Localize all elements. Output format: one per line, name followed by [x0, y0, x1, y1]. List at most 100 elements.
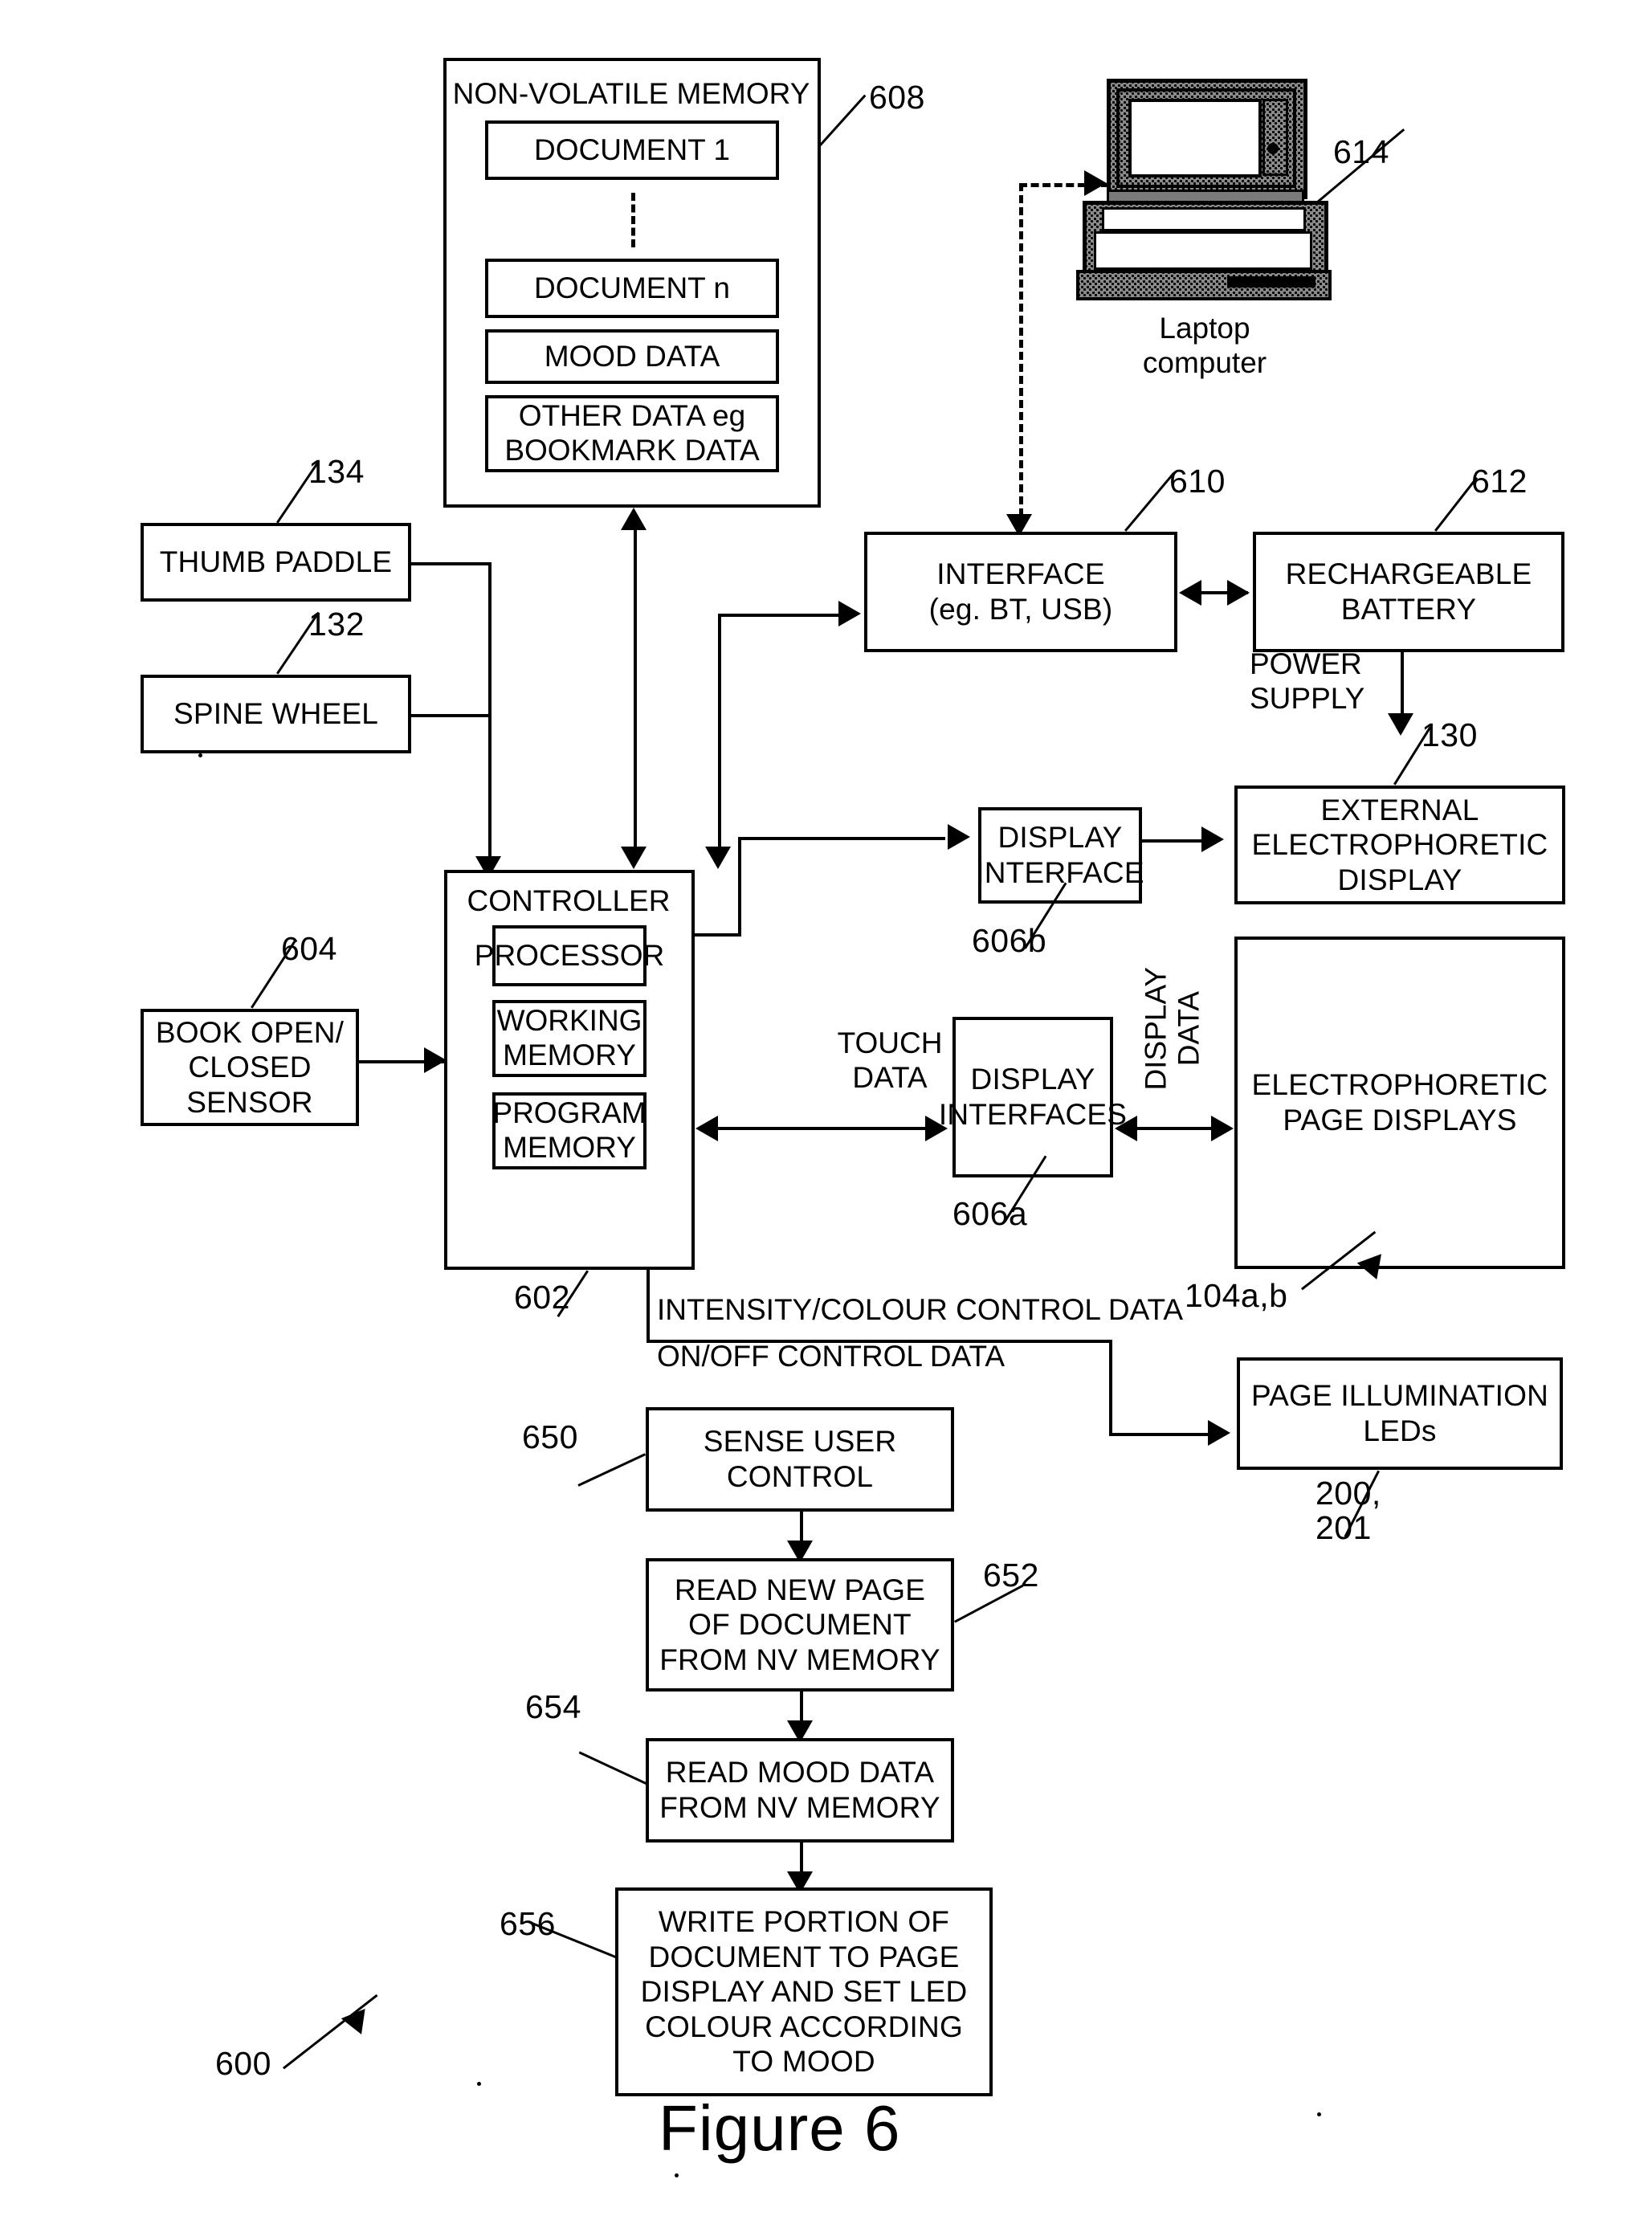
page-leds-block: PAGE ILLUMINATION LEDs	[1237, 1357, 1563, 1470]
page-displays-label: ELECTROPHORETIC PAGE DISPLAYS	[1251, 1068, 1548, 1137]
laptop-keyboard-strip-top	[1102, 207, 1306, 231]
ref-650-leader	[577, 1453, 646, 1487]
controller-title: CONTROLLER	[467, 884, 671, 917]
working-memory-label: WORKING MEMORY	[496, 1004, 642, 1071]
arrow-touch-to-interfaces	[925, 1116, 948, 1141]
ref-132: 132	[308, 606, 365, 643]
flow-step-650-label: SENSE USER CONTROL	[703, 1425, 897, 1493]
ref-650: 650	[522, 1418, 578, 1455]
controller-interface-hline	[718, 614, 843, 617]
spine-wheel-out	[411, 714, 492, 717]
flow-step-652-label: READ NEW PAGE OF DOCUMENT FROM NV MEMORY	[659, 1573, 940, 1676]
ref-610-leader	[1124, 471, 1175, 532]
ref-608-leader	[819, 94, 867, 147]
laptop-screen	[1128, 99, 1262, 178]
page-displays-block: ELECTROPHORETIC PAGE DISPLAYS	[1234, 937, 1565, 1269]
ref-600-arrowhead	[341, 2001, 376, 2034]
power-supply-arrow	[1388, 713, 1413, 736]
ref-602: 602	[514, 1279, 570, 1316]
flow-step-654: READ MOOD DATA FROM NV MEMORY	[646, 1738, 954, 1843]
control-data-drop	[1109, 1340, 1112, 1434]
scan-speck-4	[1317, 2112, 1321, 2116]
working-memory-box: WORKING MEMORY	[492, 1000, 647, 1077]
laptop-keyboard-strip-main	[1094, 231, 1312, 270]
ellipsis-divider	[631, 193, 635, 247]
arrow-into-controller-from-interface	[705, 847, 731, 869]
ref-652: 652	[983, 1557, 1039, 1594]
ref-604: 604	[281, 930, 337, 967]
book-sensor-label: BOOK OPEN/ CLOSED SENSOR	[155, 1015, 345, 1119]
thumb-paddle-block: THUMB PADDLE	[141, 523, 411, 602]
ref-606b: 606b	[972, 922, 1047, 959]
controller-interface-vline	[718, 614, 721, 863]
arrow-display-data-left	[1115, 1116, 1137, 1141]
page-leds-label: PAGE ILLUMINATION LEDs	[1250, 1379, 1549, 1447]
ref-134: 134	[308, 453, 365, 490]
scan-speck-2	[477, 2082, 481, 2086]
display-interfaces-a-block: DISPLAY INTERFACES	[939, 1017, 1127, 1177]
ref-612: 612	[1471, 463, 1528, 500]
power-supply-label: POWER SUPPLY	[1250, 647, 1365, 715]
laptop-label: Laptop computer	[1142, 312, 1267, 379]
display-interfaces-a-label: DISPLAY INTERFACES	[938, 1063, 1128, 1131]
ref-600-leader	[283, 1994, 378, 2070]
on-off-control-label: ON/OFF CONTROL DATA	[657, 1340, 1005, 1373]
ref-654-leader	[578, 1751, 647, 1785]
laptop-side-panel	[1262, 99, 1288, 176]
laptop-front-slot	[1227, 276, 1315, 288]
external-display-label: EXTERNAL ELECTROPHORETIC DISPLAY	[1251, 793, 1548, 896]
interface-block: INTERFACE (eg. BT, USB)	[864, 532, 1177, 652]
scan-speck-3	[675, 2173, 679, 2177]
arrow-memory-to-controller	[621, 847, 647, 869]
controller-to-di-b-h1	[695, 933, 741, 937]
ref-130: 130	[1422, 716, 1478, 753]
laptop-indicator-dot	[1267, 143, 1279, 154]
ref-606a: 606a	[952, 1195, 1028, 1232]
control-data-to-led	[1109, 1433, 1214, 1436]
dashed-arrow-to-laptop	[1084, 170, 1107, 196]
arrow-to-page-leds	[1208, 1420, 1230, 1446]
laptop-interface-dashed-vline	[1019, 183, 1023, 528]
controller-to-di-b-v	[738, 837, 741, 937]
memory-controller-line	[634, 519, 637, 861]
ref-600: 600	[215, 2045, 271, 2082]
control-data-vline	[647, 1270, 650, 1342]
program-memory-label: PROGRAM MEMORY	[492, 1096, 647, 1164]
di-b-to-external-line	[1142, 839, 1205, 843]
processor-box: PROCESSOR	[475, 925, 664, 986]
other-data-label: OTHER DATA eg BOOKMARK DATA	[504, 399, 760, 467]
arrow-display-data-right	[1211, 1116, 1234, 1141]
display-data-line	[1123, 1127, 1226, 1130]
flow-step-652: READ NEW PAGE OF DOCUMENT FROM NV MEMORY	[646, 1558, 954, 1692]
scan-speck-1	[198, 753, 202, 757]
ref-608: 608	[869, 79, 925, 116]
controller-to-di-b-h2	[738, 837, 945, 840]
flow-step-656: WRITE PORTION OF DOCUMENT TO PAGE DISPLA…	[615, 1887, 993, 2096]
flow-step-654-label: READ MOOD DATA FROM NV MEMORY	[659, 1756, 940, 1824]
mood-data-box: MOOD DATA	[485, 329, 779, 384]
flow-step-656-label: WRITE PORTION OF DOCUMENT TO PAGE DISPLA…	[640, 1904, 968, 2079]
arrow-to-interface	[838, 601, 861, 626]
document-n-box: DOCUMENT n	[485, 259, 779, 318]
arrow-touch-to-controller	[695, 1116, 718, 1141]
non-volatile-memory-title: NON-VOLATILE MEMORY	[452, 77, 810, 110]
arrow-to-external-display	[1201, 826, 1224, 852]
ref-614: 614	[1333, 133, 1389, 170]
intensity-colour-label: INTENSITY/COLOUR CONTROL DATA	[657, 1293, 1184, 1326]
book-sensor-arrow	[424, 1047, 447, 1073]
ref-656: 656	[500, 1905, 556, 1942]
display-interface-b-label: DISPLAY INTERFACE	[976, 821, 1144, 889]
touch-data-label: TOUCH DATA	[837, 1026, 943, 1094]
arrow-battery-to-interface	[1179, 580, 1201, 606]
other-data-box: OTHER DATA eg BOOKMARK DATA	[485, 395, 779, 472]
external-display-block: EXTERNAL ELECTROPHORETIC DISPLAY	[1234, 786, 1565, 904]
arrow-controller-to-memory	[621, 508, 647, 530]
ref-104ab: 104a,b	[1185, 1277, 1288, 1314]
flow-step-650: SENSE USER CONTROL	[646, 1407, 954, 1512]
spine-wheel-block: SPINE WHEEL	[141, 675, 411, 753]
patent-figure-page: NON-VOLATILE MEMORY DOCUMENT 1 DOCUMENT …	[0, 0, 1652, 2220]
thumb-paddle-out	[411, 562, 492, 565]
book-sensor-block: BOOK OPEN/ CLOSED SENSOR	[141, 1009, 359, 1126]
ref-654: 654	[525, 1688, 581, 1725]
figure-caption: Figure 6	[659, 2092, 901, 2164]
